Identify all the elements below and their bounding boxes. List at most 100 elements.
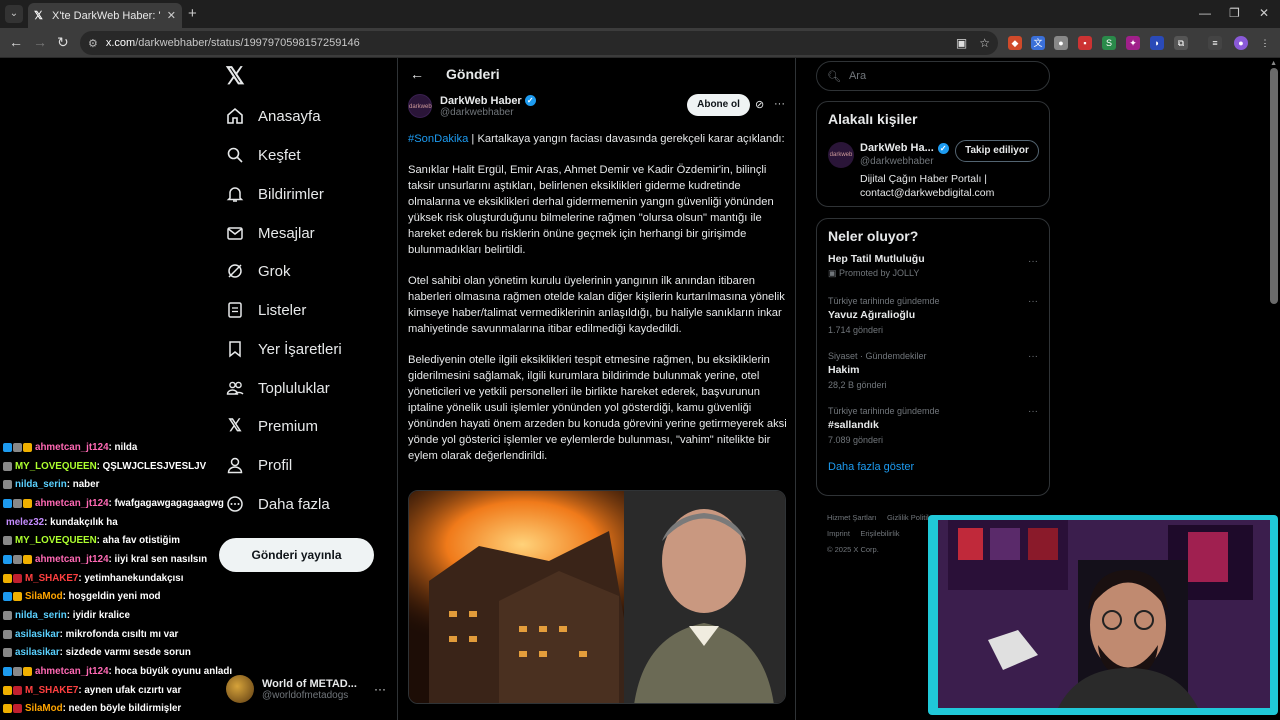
site-info-icon[interactable]: ⚙ [88, 37, 98, 50]
browser-toolbar: ← → ↻ ⚙ x.com/darkwebhaber/status/199797… [0, 28, 1280, 58]
subscribe-button[interactable]: Abone ol [687, 94, 750, 116]
extension-5-icon[interactable]: S [1102, 36, 1116, 50]
card-title: Neler oluyor? [828, 228, 919, 244]
search-icon [226, 146, 244, 164]
trend-item[interactable]: Hep Tatil Mutluluğu ▣ Promoted by JOLLY … [817, 253, 1049, 296]
chat-badge-icon [3, 498, 12, 508]
tweet-text: #SonDakika | Kartalkaya yangın faciası d… [408, 131, 788, 479]
chat-badge-icon [13, 704, 22, 714]
footer-link[interactable]: Imprint [827, 529, 850, 538]
maximize-icon[interactable]: ❐ [1229, 6, 1240, 20]
nav-item-grok[interactable]: Grok [226, 256, 291, 286]
hashtag-link[interactable]: #SonDakika [408, 133, 468, 145]
more-dots-icon[interactable]: ··· [1028, 406, 1038, 417]
chat-badge-icon [23, 554, 32, 564]
more-dots-icon[interactable]: ··· [774, 98, 785, 110]
tweet-author[interactable]: darkweb DarkWeb Haber ✓ @darkwebhaber [408, 94, 536, 118]
chat-username: M_SHAKE7 [25, 572, 79, 584]
nav-label: Premium [258, 417, 319, 435]
more-dots-icon[interactable]: ··· [1028, 296, 1038, 307]
author-name: DarkWeb Haber [440, 94, 522, 107]
account-switcher[interactable]: World of METAD... @worldofmetadogs ··· [226, 670, 386, 708]
chat-badge-icon [3, 592, 12, 602]
following-button[interactable]: Takip ediliyor [955, 140, 1039, 162]
chat-username: nilda_serin [15, 610, 67, 622]
nav-item-notifications[interactable]: Bildirimler [226, 179, 324, 209]
chat-text: : nilda [108, 441, 138, 453]
new-tab-plus-icon[interactable]: + [188, 5, 197, 22]
webcam-feed [938, 520, 1270, 708]
footer-link[interactable]: Erişilebilirlik [860, 529, 899, 538]
chat-text: : kundakçılık ha [44, 516, 118, 528]
chat-message: SilaMod: hoşgeldin yeni mod [0, 588, 250, 607]
nav-item-bookmarks[interactable]: Yer İşaretleri [226, 334, 342, 364]
bookmark-star-icon[interactable]: ☆ [979, 36, 990, 50]
trend-count: 28,2 B gönderi [828, 380, 887, 390]
url-text: x.com/darkwebhaber/status/19979705981572… [105, 37, 360, 49]
grok-explain-icon[interactable]: ⊘ [755, 98, 764, 111]
tweet-image[interactable] [408, 490, 786, 704]
bell-icon [226, 185, 244, 203]
extension-1-icon[interactable]: ◆ [1008, 36, 1022, 50]
minimize-icon[interactable]: — [1199, 6, 1211, 20]
chat-username: ahmetcan_jt124 [35, 497, 109, 509]
related-user[interactable]: darkweb DarkWeb Ha... ✓ @darkwebhaber Tak… [817, 136, 1049, 214]
footer-link[interactable]: Hizmet Şartları [827, 513, 877, 522]
trend-item[interactable]: Türkiye tarihinde gündemde #sallandık 7.… [817, 406, 1049, 461]
x-logo-icon[interactable]: 𝕏 [222, 64, 248, 90]
nav-item-lists[interactable]: Listeler [226, 295, 306, 325]
chat-message: nilda_serin: iyidir kralice [0, 606, 250, 625]
trend-name: Yavuz Ağıralioğlu [828, 309, 916, 321]
address-bar[interactable]: ⚙ x.com/darkwebhaber/status/199797059815… [80, 31, 998, 55]
chat-username: MY_LOVEQUEEN [15, 535, 97, 547]
back-arrow-icon[interactable]: ← [410, 66, 424, 82]
nav-item-messages[interactable]: Mesajlar [226, 218, 315, 248]
page-scrollbar[interactable] [1270, 68, 1278, 304]
extension-4-icon[interactable]: ▪ [1078, 36, 1092, 50]
nav-item-home[interactable]: Anasayfa [226, 101, 321, 131]
trend-context: Siyaset · Gündemdekiler [828, 351, 927, 361]
chat-text: : neden böyle bildirmişler [62, 703, 182, 715]
window-close-icon[interactable]: ✕ [1259, 6, 1269, 20]
extension-7-icon[interactable]: ◗ [1150, 36, 1164, 50]
chat-message: M_SHAKE7: aynen ufak cızırtı var [0, 681, 250, 700]
profile-avatar[interactable]: ● [1234, 36, 1248, 50]
tab-list-chevron-icon[interactable]: ⌄ [5, 5, 23, 23]
back-arrow-icon[interactable]: ← [9, 34, 23, 50]
related-user-name: DarkWeb Ha... [860, 142, 934, 154]
browser-tab-active[interactable]: 𝕏 X'te DarkWeb Haber: "#SonDa ✕ [28, 3, 182, 28]
forward-arrow-icon[interactable]: → [33, 34, 47, 50]
chat-badges [3, 461, 12, 471]
more-dots-icon[interactable]: ··· [1028, 256, 1038, 267]
chat-badges [3, 554, 32, 564]
browser-menu-icon[interactable]: ⋮ [1258, 36, 1272, 50]
chat-username: ahmetcan_jt124 [35, 553, 109, 565]
reload-icon[interactable]: ↻ [57, 34, 69, 51]
translate-icon[interactable]: 文 [1031, 36, 1045, 50]
nav-item-communities[interactable]: Topluluklar [226, 373, 330, 403]
trend-count: 1.714 gönderi [828, 325, 884, 335]
tab-close-icon[interactable]: ✕ [167, 9, 176, 22]
trend-item[interactable]: Türkiye tarihinde gündemde Yavuz Ağırali… [817, 296, 1049, 351]
nav-item-premium[interactable]: 𝕏 Premium [226, 411, 318, 441]
stream-chat-overlay: ahmetcan_jt124: nilda MY_LOVEQUEEN: QŞLWJ… [0, 438, 250, 718]
extension-3-icon[interactable]: ● [1054, 36, 1068, 50]
chat-text: : hoşgeldin yeni mod [62, 591, 161, 603]
more-dots-icon[interactable]: ··· [1028, 351, 1038, 362]
trend-name: Hakim [828, 364, 860, 376]
chat-text: : iyidir kralice [66, 610, 130, 622]
extensions-puzzle-icon[interactable]: ⧉ [1174, 36, 1188, 50]
trend-item[interactable]: Siyaset · Gündemdekiler Hakim 28,2 B gön… [817, 351, 1049, 406]
tweet-paragraph: Belediyenin otelle ilgili eksiklikleri t… [408, 354, 787, 462]
chat-username: asilasikar [15, 628, 60, 640]
related-user-handle: @darkwebhaber [860, 156, 934, 167]
browser-tabbar: ⌄ 𝕏 X'te DarkWeb Haber: "#SonDa ✕ + — ❐ … [0, 0, 1280, 28]
show-more-link[interactable]: Daha fazla göster [817, 461, 1049, 473]
search-input[interactable]: 🔍︎ Ara [816, 61, 1050, 91]
nav-item-explore[interactable]: Keşfet [226, 140, 301, 170]
chat-badge-icon [3, 573, 12, 583]
reading-list-icon[interactable]: ≡ [1208, 36, 1222, 50]
cast-icon[interactable]: ▣ [956, 36, 967, 50]
scroll-up-arrow-icon[interactable]: ▲ [1270, 60, 1277, 67]
extension-6-icon[interactable]: ✦ [1126, 36, 1140, 50]
